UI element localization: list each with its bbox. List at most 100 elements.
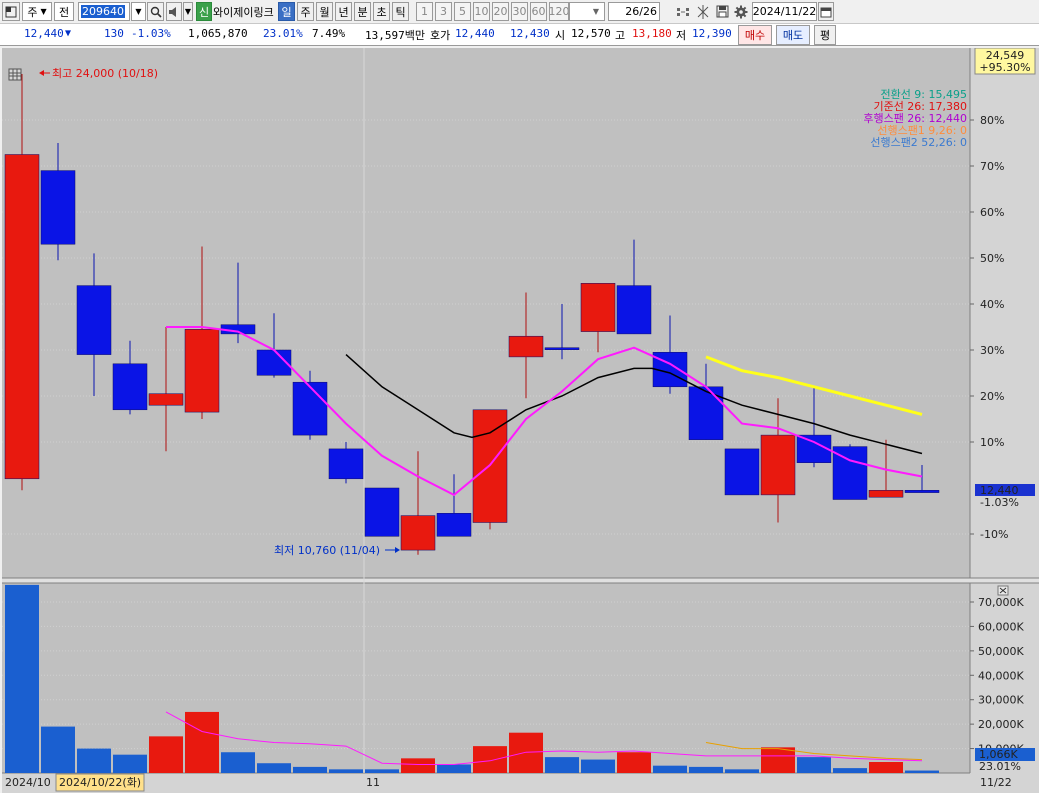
market-select[interactable]: 주 ▼: [22, 2, 52, 21]
period-tab-4[interactable]: 분: [354, 2, 371, 21]
zoom-button[interactable]: [674, 2, 692, 21]
volume-tick-label: 50,000K: [978, 645, 1024, 658]
window-menu-icon[interactable]: [2, 2, 20, 21]
candle-body: [580, 283, 616, 332]
chevron-down-icon: ▼: [135, 7, 142, 16]
interval-tab-120[interactable]: 120: [549, 2, 569, 21]
candle-body: [868, 490, 904, 498]
chevron-down-icon: ▼: [40, 7, 47, 16]
chart-area[interactable]: 80% 70% 60% 50% 40% 30% 20% 10% -10% 70,000K 60,0…: [2, 48, 1039, 793]
max-price-label: 최고 24,000 (10/18): [52, 67, 158, 80]
volume-bar: [293, 766, 327, 773]
volume-bar: [545, 757, 579, 773]
max-price-marker: 최고 24,000 (10/18): [39, 67, 158, 80]
candle-body: [508, 335, 544, 358]
volume-bar: [221, 752, 255, 773]
settings-button[interactable]: [732, 2, 750, 21]
period-tab-3[interactable]: 년: [335, 2, 352, 21]
date-value: 2024/11/22: [752, 5, 817, 18]
speaker-dropdown-button[interactable]: ▼: [183, 2, 193, 21]
interval-tab-3[interactable]: 3: [435, 2, 452, 21]
candle-body: [364, 487, 400, 537]
period-tab-2[interactable]: 월: [316, 2, 333, 21]
volume-bar: [869, 762, 903, 773]
high-price: 13,180: [632, 27, 672, 40]
calendar-icon: [820, 7, 832, 17]
candle-body: [544, 347, 580, 350]
interval-tab-60[interactable]: 60: [530, 2, 547, 21]
sell-button[interactable]: 매도: [776, 25, 810, 45]
extra-interval-select[interactable]: ▼: [569, 2, 605, 21]
stock-name-text: 와이제이링크: [213, 5, 274, 19]
interval-tab-label: 10: [474, 5, 489, 18]
table-toggle-icon[interactable]: [8, 68, 22, 81]
low-price: 12,390: [692, 27, 732, 40]
period-tab-0[interactable]: 일: [278, 2, 295, 21]
x-label-month: 11: [366, 776, 380, 789]
price-tick-label: 30%: [980, 344, 1004, 357]
save-button[interactable]: [713, 2, 731, 21]
volume-bar: [509, 732, 543, 773]
candle-body: [112, 363, 148, 411]
candle-body: [40, 170, 76, 245]
interval-tab-10[interactable]: 10: [473, 2, 490, 21]
interval-tab-5[interactable]: 5: [454, 2, 471, 21]
gear-icon: [734, 5, 748, 18]
ask-label: 호가: [430, 29, 451, 42]
candle-body: [688, 386, 724, 440]
open-label: 시: [555, 29, 566, 42]
volume-bar: [437, 764, 471, 773]
search-button[interactable]: [147, 2, 164, 21]
speaker-button[interactable]: [166, 2, 182, 21]
calendar-button[interactable]: [818, 2, 834, 21]
stock-code-input[interactable]: 209640: [78, 2, 130, 21]
close-icon[interactable]: [997, 585, 1009, 596]
save-icon: [716, 5, 728, 18]
volume-bar: [617, 752, 651, 773]
period-tab-6[interactable]: 틱: [392, 2, 409, 21]
period-tab-5[interactable]: 초: [373, 2, 390, 21]
current-turnover-tag: 23.01%: [979, 760, 1021, 773]
volume-bar: [401, 758, 435, 773]
interval-tab-label: 30: [512, 5, 527, 18]
candle-body: [436, 513, 472, 537]
volume-bar: [365, 769, 399, 773]
candle-body: [760, 434, 796, 496]
code-dropdown-button[interactable]: ▼: [131, 2, 146, 21]
x-label-end: 11/22: [980, 776, 1012, 789]
volume-tick-label: 70,000K: [978, 596, 1024, 609]
volume-bar: [689, 766, 723, 773]
bar-count-input[interactable]: 26/26: [608, 2, 660, 21]
chart-toolbar: 주 ▼ 전 209640 ▼ ▼ 신 와이제이링크 일주월년분초틱 1 3 5 10 2…: [0, 0, 1039, 24]
volume-bar: [185, 711, 219, 773]
volume-bar: [725, 769, 759, 773]
interval-tab-20[interactable]: 20: [492, 2, 509, 21]
interval-tab-1[interactable]: 1: [416, 2, 433, 21]
volume-bar: [473, 746, 507, 773]
eval-button[interactable]: 평: [814, 25, 836, 45]
stock-code-value: 209640: [81, 5, 125, 18]
date-input[interactable]: 2024/11/22: [752, 2, 817, 21]
buy-button[interactable]: 매수: [738, 25, 772, 45]
crosshair-icon: [697, 4, 709, 19]
bid-price: 12,430: [510, 27, 550, 40]
volume-bar: [797, 757, 831, 773]
chevron-down-icon: ▼: [184, 7, 192, 16]
current-pct-tag: -1.03%: [980, 496, 1019, 509]
speaker-icon: [169, 6, 176, 17]
volume-tick-label: 20,000K: [978, 718, 1024, 731]
prefix-label: 전: [58, 5, 70, 19]
period-tab-1[interactable]: 주: [297, 2, 314, 21]
prefix-box[interactable]: 전: [54, 2, 74, 21]
zoom-icon: [677, 7, 689, 16]
draw-tool-button[interactable]: [694, 2, 712, 21]
legend-item: 선행스팬2 52,26: 0: [870, 136, 967, 149]
volume-bar: [257, 763, 291, 773]
panel-splitter[interactable]: [2, 578, 1039, 583]
x-label-start: 2024/10: [5, 776, 51, 789]
top-right-pct: +95.30%: [979, 61, 1030, 74]
volume-bar: [77, 748, 111, 773]
interval-tab-30[interactable]: 30: [511, 2, 528, 21]
period-tab-label: 월: [319, 5, 330, 19]
quote-bar: 12,440 ▼ 130 -1.03% 1,065,870 23.01% 7.4…: [0, 24, 1039, 46]
